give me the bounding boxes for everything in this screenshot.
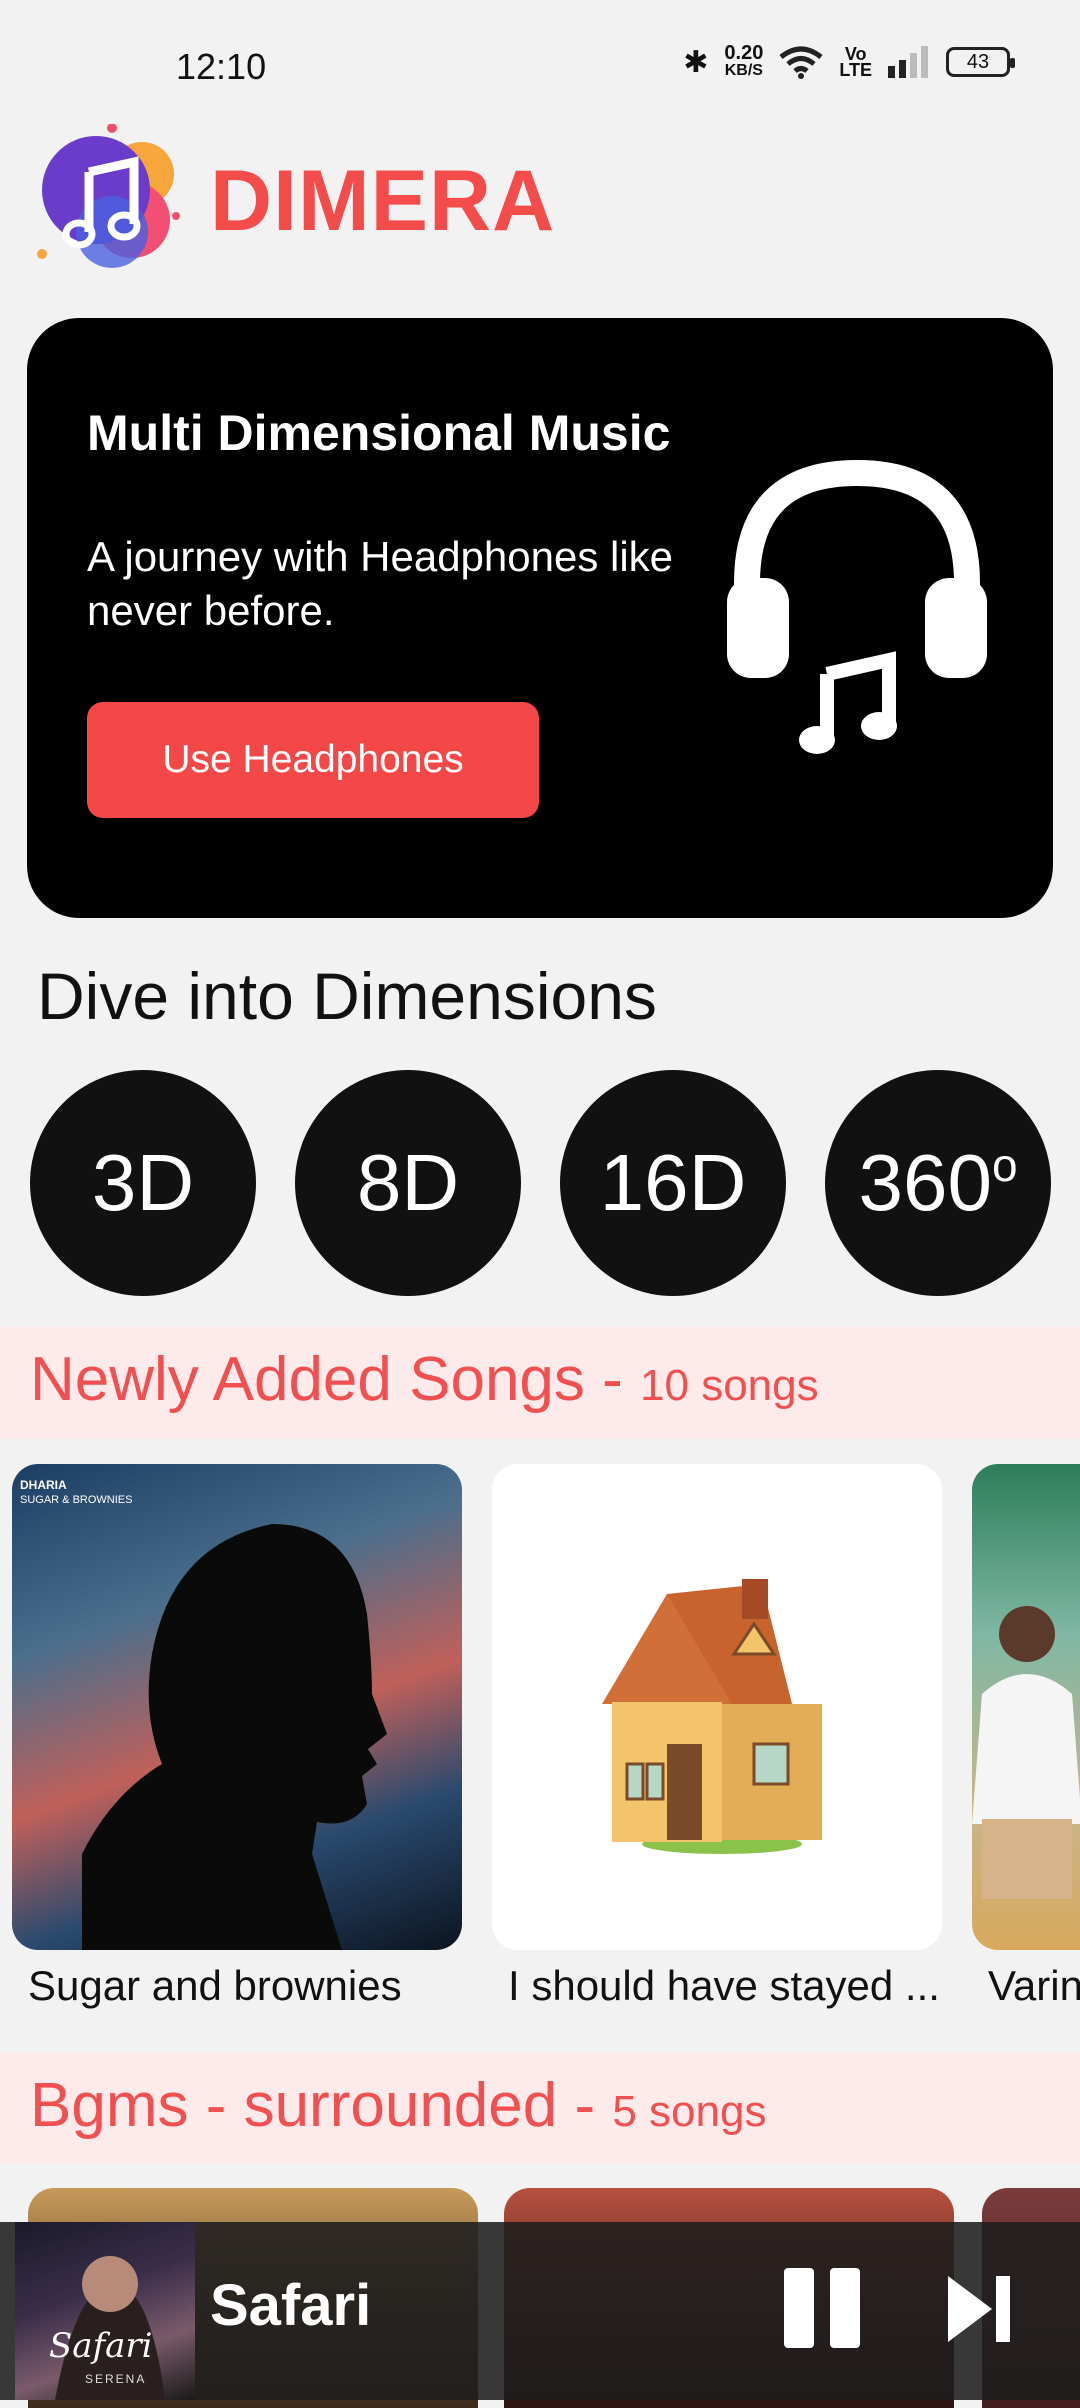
headphones-icon — [727, 459, 987, 754]
section-count: 5 songs — [612, 2087, 767, 2136]
status-time: 12:10 — [176, 46, 267, 87]
pause-button[interactable] — [780, 2268, 864, 2352]
song-card[interactable]: I should have stayed ... — [492, 1464, 942, 2010]
songs-carousel[interactable]: DHARIA SUGAR & BROWNIES Sugar and browni… — [0, 1464, 1080, 2024]
player-cover: Safari SERENA — [15, 2222, 195, 2400]
dimensions-row: 3D 8D 16D 360 o — [30, 1070, 1060, 1296]
status-bar: 12:10 ✱ 0.20 KB/S Vo LTE 43 — [0, 0, 1080, 130]
section-header-newly-added[interactable]: Newly Added Songs - 10 songs — [0, 1326, 1080, 1438]
song-cover — [492, 1464, 942, 1950]
dimension-3d-button[interactable]: 3D — [30, 1070, 256, 1296]
wifi-icon — [779, 46, 823, 79]
hero-subtitle: A journey with Headphones like never bef… — [87, 533, 674, 634]
song-card[interactable]: DHARIA SUGAR & BROWNIES Sugar and browni… — [12, 1464, 462, 2010]
player-cover-artist: SERENA — [85, 2372, 147, 2386]
status-icons: ✱ 0.20 KB/S Vo LTE 43 — [683, 42, 1015, 80]
cover-subtitle: SUGAR & BROWNIES — [20, 1494, 133, 1506]
mini-player[interactable]: Safari SERENA Safari — [0, 2222, 1080, 2400]
song-title: I should have stayed ... — [508, 1962, 940, 2009]
signal-icon — [888, 46, 928, 78]
hero-title: Multi Dimensional Music — [87, 405, 671, 461]
player-song-title: Safari — [210, 2273, 372, 2338]
app-title: DIMERA — [210, 153, 556, 249]
section-header-bgms[interactable]: Bgms - surrounded - 5 songs — [0, 2052, 1080, 2164]
house-illustration — [602, 1579, 822, 1854]
section-count: 10 songs — [640, 1361, 819, 1410]
pause-icon — [784, 2268, 814, 2348]
song-cover — [972, 1464, 1080, 1950]
section-title: Newly Added Songs — [30, 1345, 585, 1414]
song-title: Sugar and brownies — [28, 1962, 402, 2009]
volte-indicator: Vo LTE — [839, 44, 872, 80]
app-logo — [34, 123, 184, 274]
battery-indicator: 43 — [946, 47, 1015, 77]
dimension-8d-button[interactable]: 8D — [295, 1070, 521, 1296]
dimensions-title: Dive into Dimensions — [37, 959, 657, 1033]
skip-next-button[interactable] — [948, 2274, 1012, 2344]
player-cover-title: Safari — [49, 2326, 153, 2366]
song-cover: DHARIA SUGAR & BROWNIES — [12, 1464, 462, 1950]
dimension-360-button[interactable]: 360 o — [825, 1070, 1051, 1296]
section-title: Bgms - surrounded — [30, 2071, 558, 2140]
use-headphones-button[interactable]: Use Headphones — [87, 702, 539, 818]
hero-card: Multi Dimensional Music A journey with H… — [27, 318, 1053, 918]
net-speed: 0.20 KB/S — [724, 42, 764, 79]
song-title: Varin — [988, 1962, 1080, 2009]
cover-artist: DHARIA — [20, 1478, 67, 1492]
dimension-16d-button[interactable]: 16D — [560, 1070, 786, 1296]
song-card[interactable]: Varin — [972, 1464, 1080, 2010]
music-note-icon — [799, 651, 897, 754]
bluetooth-icon: ✱ — [683, 45, 709, 79]
